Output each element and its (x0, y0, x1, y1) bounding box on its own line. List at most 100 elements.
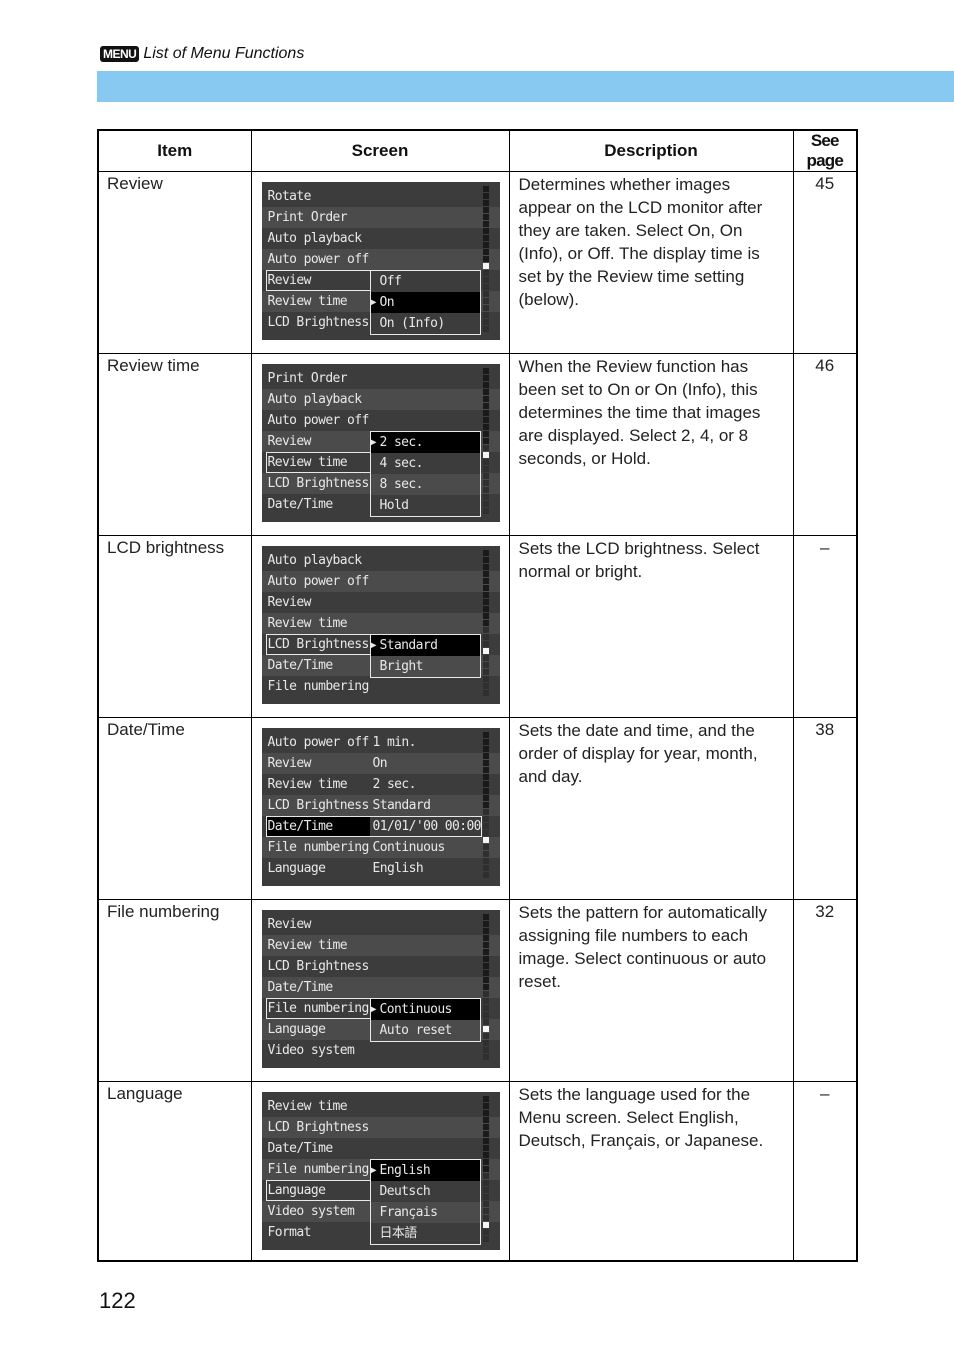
menu-row: Date/Time 01/01/'00 00:00 (262, 816, 500, 837)
screen-cell: Auto power off 1 min. Review On Review time 2… (250, 717, 510, 900)
scrollbar-segment (482, 1152, 489, 1158)
menu-row: File numbering (262, 676, 500, 697)
menu-row: Review On (261, 753, 500, 774)
scrollbar-segment (482, 403, 489, 409)
scrollbar-segment (482, 634, 489, 640)
scrollbar-segment (482, 781, 489, 787)
menu-item-label: Review time (267, 294, 348, 309)
scrollbar-segment (482, 193, 489, 199)
scrollbar-segment (482, 298, 489, 304)
menu-row: LCD Brightness Standard (261, 795, 500, 816)
menu-row: Review time 2 sec. (262, 774, 500, 795)
menu-item-label: LCD Brightness (267, 315, 370, 330)
menu-item-label: Date/Time (267, 1141, 334, 1156)
column-header-description: Description (508, 129, 794, 172)
scrollbar-segment (482, 592, 489, 598)
menu-item-label: Rotate (267, 189, 312, 204)
menu-item-label: Print Order (267, 371, 348, 386)
scrollbar-segment (482, 816, 489, 822)
scrollbar-segment (482, 431, 489, 437)
menu-item-label: Auto playback (267, 553, 363, 568)
scrollbar-segment (482, 200, 489, 206)
scrollbar-segment (482, 186, 489, 192)
scrollbar-segment (482, 998, 489, 1004)
scrollbar-segment (482, 214, 489, 220)
item-description: Sets the date and time, and the order of… (508, 717, 794, 900)
menu-row: LCD Brightness (262, 956, 500, 977)
scrollbar-segment (482, 249, 489, 255)
option-popup: OffOnOn (Info) (369, 270, 481, 335)
scrollbar-segment (482, 795, 489, 801)
page-header: MENU List of Menu Functions (100, 45, 304, 63)
scrollbar-segment (482, 1194, 489, 1200)
item-name: Date/Time (97, 717, 252, 900)
scrollbar-segment (482, 1117, 489, 1123)
scrollbar-segment (482, 242, 489, 248)
menu-row: Date/Time (262, 1138, 500, 1159)
scrollbar-segment (482, 375, 489, 381)
scrollbar-segment (482, 228, 489, 234)
scrollbar-thumb (482, 1026, 489, 1032)
menu-item-value: 2 sec. (372, 777, 417, 792)
item-description: When the Review function has been set to… (508, 353, 794, 536)
scrollbar (482, 732, 489, 882)
scrollbar (482, 186, 489, 336)
scrollbar-segment (482, 417, 489, 423)
scrollbar-segment (482, 1138, 489, 1144)
option-popup: 2 sec.4 sec.8 sec.Hold (369, 431, 481, 517)
scrollbar-segment (482, 942, 489, 948)
menu-row: Auto playback (262, 550, 500, 571)
menu-item-label: Format (267, 1225, 312, 1240)
menu-item-label: Review time (267, 455, 348, 470)
scrollbar-segment (482, 1166, 489, 1172)
see-page-ref: 32 (792, 899, 858, 1082)
menu-item-label: LCD Brightness (267, 476, 370, 491)
scrollbar-segment (482, 599, 489, 605)
scrollbar-segment (482, 578, 489, 584)
scrollbar-segment (482, 1047, 489, 1053)
scrollbar-segment (482, 319, 489, 325)
table-row: Review Rotate Print Order Auto playback Auto… (97, 171, 858, 354)
table-row: Language Review time LCD Brightness Date/Ti… (97, 1081, 858, 1262)
lcd-menu-screen: Auto playback Auto power off Review Review … (261, 546, 500, 704)
scrollbar-segment (482, 438, 489, 444)
scrollbar-segment (482, 809, 489, 815)
menu-item-label: Review (267, 917, 312, 932)
menu-item-label: Review (267, 595, 312, 610)
menu-row: Review (262, 914, 500, 935)
scrollbar-segment (482, 963, 489, 969)
scrollbar-segment (482, 1145, 489, 1151)
scrollbar-segment (482, 445, 489, 451)
scrollbar-segment (482, 459, 489, 465)
scrollbar-segment (482, 277, 489, 283)
see-page-ref: – (792, 535, 858, 718)
scrollbar-segment (482, 767, 489, 773)
scrollbar-segment (482, 410, 489, 416)
popup-option: On (370, 292, 480, 313)
scrollbar-segment (482, 858, 489, 864)
item-description: Sets the language used for the Menu scre… (508, 1081, 794, 1262)
scrollbar-segment (482, 508, 489, 514)
scrollbar-segment (482, 550, 489, 556)
scrollbar (482, 1096, 489, 1246)
scrollbar-segment (482, 620, 489, 626)
menu-item-label: Auto power off (267, 735, 370, 750)
menu-item-value: 1 min. (372, 735, 417, 750)
scrollbar-segment (482, 613, 489, 619)
lcd-menu-screen: Review time LCD Brightness Date/Time File n… (261, 1092, 500, 1250)
see-page-ref: 46 (792, 353, 858, 536)
scrollbar-segment (482, 641, 489, 647)
menu-item-label: Video system (267, 1043, 355, 1058)
scrollbar-segment (482, 501, 489, 507)
menu-item-label: Date/Time (267, 819, 334, 834)
scrollbar-segment (482, 606, 489, 612)
menu-item-label: Language (267, 1022, 326, 1037)
menu-row: Date/Time (261, 977, 500, 998)
scrollbar-segment (482, 1103, 489, 1109)
screen-cell: Print Order Auto playback Auto power off Re… (250, 353, 510, 536)
popup-option: Standard (370, 635, 480, 656)
scrollbar-segment (482, 1019, 489, 1025)
scrollbar-segment (482, 557, 489, 563)
scrollbar-segment (482, 1040, 489, 1046)
popup-option: Auto reset (370, 1020, 480, 1041)
